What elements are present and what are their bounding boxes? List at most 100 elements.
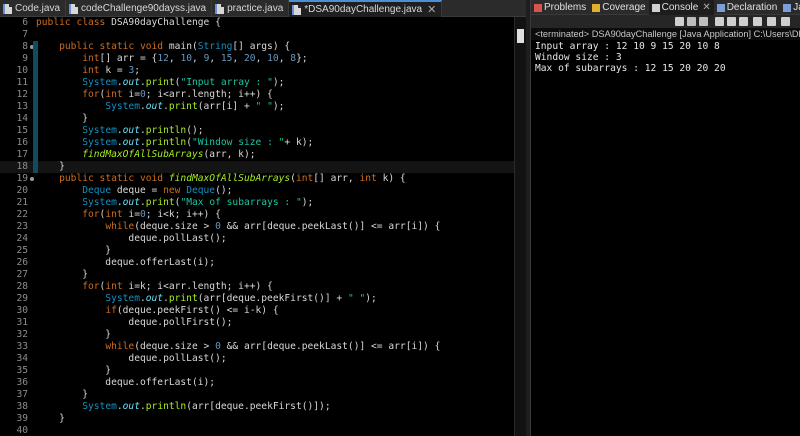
- remove-all-icon[interactable]: [699, 17, 708, 26]
- code-editor[interactable]: Code.java codeChallenge90dayss.java prac…: [0, 0, 526, 436]
- tab-code-java[interactable]: Code.java: [0, 0, 67, 17]
- code-line[interactable]: 38 System.out.println(arr[deque.peekFirs…: [0, 401, 514, 413]
- word-wrap-icon[interactable]: [739, 17, 748, 26]
- line-number: 24: [16, 233, 28, 244]
- code-line[interactable]: 27 }: [0, 269, 514, 281]
- code-line[interactable]: 13 System.out.print(arr[i] + " ");: [0, 101, 514, 113]
- line-number: 27: [16, 269, 28, 280]
- code-line[interactable]: 33 while(deque.size > 0 && arr[deque.pee…: [0, 341, 514, 353]
- java-file-icon: [292, 4, 302, 15]
- pin-console-icon[interactable]: [753, 17, 762, 26]
- line-number: 29: [16, 293, 28, 304]
- line-number: 14: [16, 113, 28, 124]
- code-line[interactable]: 16 System.out.println("Window size : "+ …: [0, 137, 514, 149]
- editor-vertical-scrollbar[interactable]: [514, 17, 526, 436]
- code-text-area[interactable]: 6 public class DSA90dayChallenge {7 8 publ…: [0, 17, 514, 436]
- tab-label: Javadoc: [793, 2, 800, 13]
- tab-practice-java[interactable]: practice.java: [212, 0, 290, 17]
- code-text: deque.pollLast();: [36, 233, 227, 244]
- line-number: 23: [16, 221, 28, 232]
- code-line[interactable]: 6 public class DSA90dayChallenge {: [0, 17, 514, 29]
- tab-declaration[interactable]: Declaration: [714, 0, 781, 15]
- code-line[interactable]: 17 findMaxOfAllSubArrays(arr, k);: [0, 149, 514, 161]
- coverage-icon: [592, 3, 601, 12]
- code-line[interactable]: 28 for(int i=k; i<arr.length; i++) {: [0, 281, 514, 293]
- code-text: System.out.println(arr[deque.peekFirst()…: [82, 401, 331, 412]
- tab-console[interactable]: Console ✕: [648, 0, 714, 15]
- line-number: 35: [16, 365, 28, 376]
- code-text: deque.offerLast(i);: [36, 377, 216, 388]
- line-number: 32: [16, 329, 28, 340]
- code-line[interactable]: 8 public static void main(String[] args)…: [0, 41, 514, 53]
- code-line[interactable]: 21 System.out.print("Max of subarrays : …: [0, 197, 514, 209]
- line-number: 12: [16, 89, 28, 100]
- code-line[interactable]: 30 if(deque.peekFirst() <= i-k) {: [0, 305, 514, 317]
- code-line[interactable]: 19 public static void findMaxOfAllSubArr…: [0, 173, 514, 185]
- line-number: 26: [16, 257, 28, 268]
- code-line[interactable]: 22 for(int i=0; i<k; i++) {: [0, 209, 514, 221]
- code-line[interactable]: 37 }: [0, 389, 514, 401]
- line-number: 15: [16, 125, 28, 136]
- code-line[interactable]: 9 int[] arr = {12, 10, 9, 15, 20, 10, 8}…: [0, 53, 514, 65]
- code-line[interactable]: 15 System.out.println();: [0, 125, 514, 137]
- tab-dsa90daychallenge-java[interactable]: *DSA90dayChallenge.java ✕: [289, 0, 443, 17]
- tab-label: Console: [661, 2, 699, 13]
- scroll-lock-icon[interactable]: [727, 17, 736, 26]
- java-file-icon: [215, 3, 225, 14]
- change-ruler: [33, 41, 38, 173]
- code-line[interactable]: 39 }: [0, 413, 514, 425]
- clear-console-icon[interactable]: [715, 17, 724, 26]
- console-panel: ProblemsCoverageConsole✕DeclarationJavad…: [530, 0, 800, 436]
- code-text: for(int i=k; i<arr.length; i++) {: [82, 281, 273, 292]
- code-line[interactable]: 10 int k = 3;: [0, 65, 514, 77]
- close-icon[interactable]: ✕: [427, 3, 436, 16]
- line-number: 30: [16, 305, 28, 316]
- fold-marker-icon[interactable]: [30, 177, 34, 181]
- scrollbar-thumb[interactable]: [517, 29, 524, 43]
- display-console-icon[interactable]: [767, 17, 776, 26]
- code-line[interactable]: 20 Deque deque = new Deque();: [0, 185, 514, 197]
- code-line[interactable]: 14 }: [0, 113, 514, 125]
- line-number: 36: [16, 377, 28, 388]
- line-number: 21: [16, 197, 28, 208]
- tab-javadoc[interactable]: Javadoc: [780, 0, 800, 15]
- open-console-icon[interactable]: [781, 17, 790, 26]
- code-line[interactable]: 29 System.out.print(arr[deque.peekFirst(…: [0, 293, 514, 305]
- code-text: }: [36, 413, 65, 424]
- code-text: while(deque.size > 0 && arr[deque.peekLa…: [105, 341, 441, 352]
- line-number: 8: [22, 41, 28, 52]
- code-line[interactable]: 35 }: [0, 365, 514, 377]
- code-line[interactable]: 24 deque.pollLast();: [0, 233, 514, 245]
- terminate-icon[interactable]: [675, 17, 684, 26]
- code-line[interactable]: 36 deque.offerLast(i);: [0, 377, 514, 389]
- line-number: 28: [16, 281, 28, 292]
- code-text: }: [36, 329, 112, 340]
- code-line[interactable]: 34 deque.pollLast();: [0, 353, 514, 365]
- code-line[interactable]: 32 }: [0, 329, 514, 341]
- code-line[interactable]: 40: [0, 425, 514, 436]
- code-line[interactable]: 25 }: [0, 245, 514, 257]
- code-text: public static void findMaxOfAllSubArrays…: [59, 173, 406, 184]
- java-file-icon: [3, 3, 12, 14]
- code-line[interactable]: 12 for(int i=0; i<arr.length; i++) {: [0, 89, 514, 101]
- code-text: System.out.print(arr[deque.peekFirst()] …: [105, 293, 377, 304]
- code-line[interactable]: 7: [0, 29, 514, 41]
- tab-coverage[interactable]: Coverage: [589, 0, 648, 15]
- tab-codechallenge-java[interactable]: codeChallenge90dayss.java: [66, 0, 213, 17]
- code-line[interactable]: 26 deque.offerLast(i);: [0, 257, 514, 269]
- line-number: 16: [16, 137, 28, 148]
- remove-launch-icon[interactable]: [687, 17, 696, 26]
- tab-problems[interactable]: Problems: [531, 0, 589, 15]
- code-line[interactable]: 23 while(deque.size > 0 && arr[deque.pee…: [0, 221, 514, 233]
- code-line[interactable]: 11 System.out.print("Input array : ");: [0, 77, 514, 89]
- code-line[interactable]: 31 deque.pollFirst();: [0, 317, 514, 329]
- line-number: 9: [22, 53, 28, 64]
- tab-label: codeChallenge90dayss.java: [81, 3, 207, 14]
- code-line[interactable]: 18 }: [0, 161, 514, 173]
- code-text: }: [36, 161, 65, 172]
- code-text: Deque deque = new Deque();: [82, 185, 233, 196]
- code-text: int k = 3;: [82, 65, 140, 76]
- code-text: public class DSA90dayChallenge {: [36, 17, 221, 28]
- line-number: 37: [16, 389, 28, 400]
- close-icon[interactable]: ✕: [702, 2, 710, 13]
